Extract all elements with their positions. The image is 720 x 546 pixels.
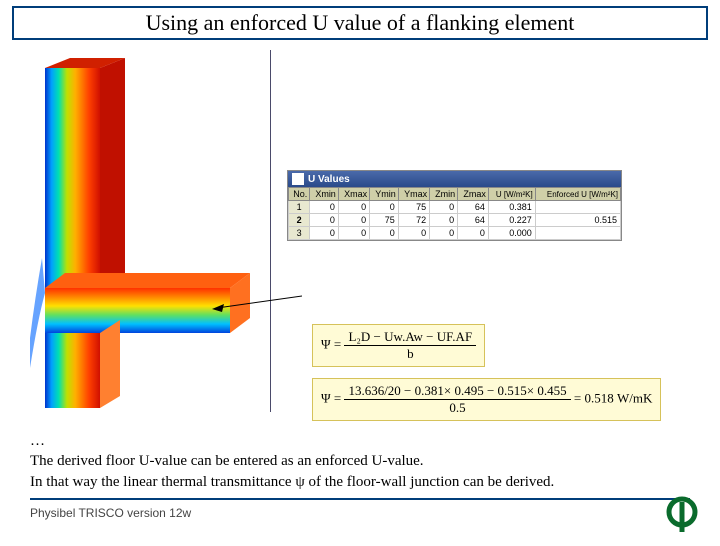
col-ymax: Ymax: [398, 188, 429, 201]
table-row: 1 0 0 0 75 0 64 0.381: [289, 201, 621, 214]
content-area: U Values No. Xmin Xmax Ymin Ymax Zmin Zm…: [12, 40, 708, 420]
title-bar: Using an enforced U value of a flanking …: [12, 6, 708, 40]
col-no: No.: [289, 188, 310, 201]
slide: Using an enforced U value of a flanking …: [0, 6, 720, 546]
thermal-render: [30, 58, 250, 410]
window-icon: [292, 173, 304, 185]
formula-symbolic: Ψ = L₂D − Uw.Aw − UF.AF b: [312, 324, 485, 367]
formula-numeric: Ψ = 13.636/20 − 0.381× 0.495 − 0.515× 0.…: [312, 378, 661, 421]
col-zmin: Zmin: [430, 188, 458, 201]
uvalues-table: No. Xmin Xmax Ymin Ymax Zmin Zmax U [W/m…: [288, 187, 621, 240]
uvalues-window: U Values No. Xmin Xmax Ymin Ymax Zmin Zm…: [287, 170, 622, 241]
uvalues-titlebar: U Values: [288, 171, 621, 187]
col-xmin: Xmin: [310, 188, 339, 201]
col-u: U [W/m²K]: [488, 188, 535, 201]
footer-rule: [30, 498, 690, 500]
uvalues-title: U Values: [308, 174, 350, 185]
table-header-row: No. Xmin Xmax Ymin Ymax Zmin Zmax U [W/m…: [289, 188, 621, 201]
version-text: Physibel TRISCO version 12w: [30, 506, 191, 520]
physibel-logo-icon: [662, 494, 702, 534]
col-zmax: Zmax: [458, 188, 489, 201]
col-xmax: Xmax: [338, 188, 369, 201]
col-eu: Enforced U [W/m²K]: [535, 188, 620, 201]
table-row: 3 0 0 0 0 0 0 0.000: [289, 227, 621, 240]
body-text: … The derived floor U-value can be enter…: [30, 431, 554, 492]
col-ymin: Ymin: [370, 188, 399, 201]
divider-line: [270, 50, 271, 412]
table-row: 2 0 0 75 72 0 64 0.227 0.515: [289, 214, 621, 227]
arrow-icon: [212, 294, 302, 314]
slide-title: Using an enforced U value of a flanking …: [14, 8, 706, 38]
